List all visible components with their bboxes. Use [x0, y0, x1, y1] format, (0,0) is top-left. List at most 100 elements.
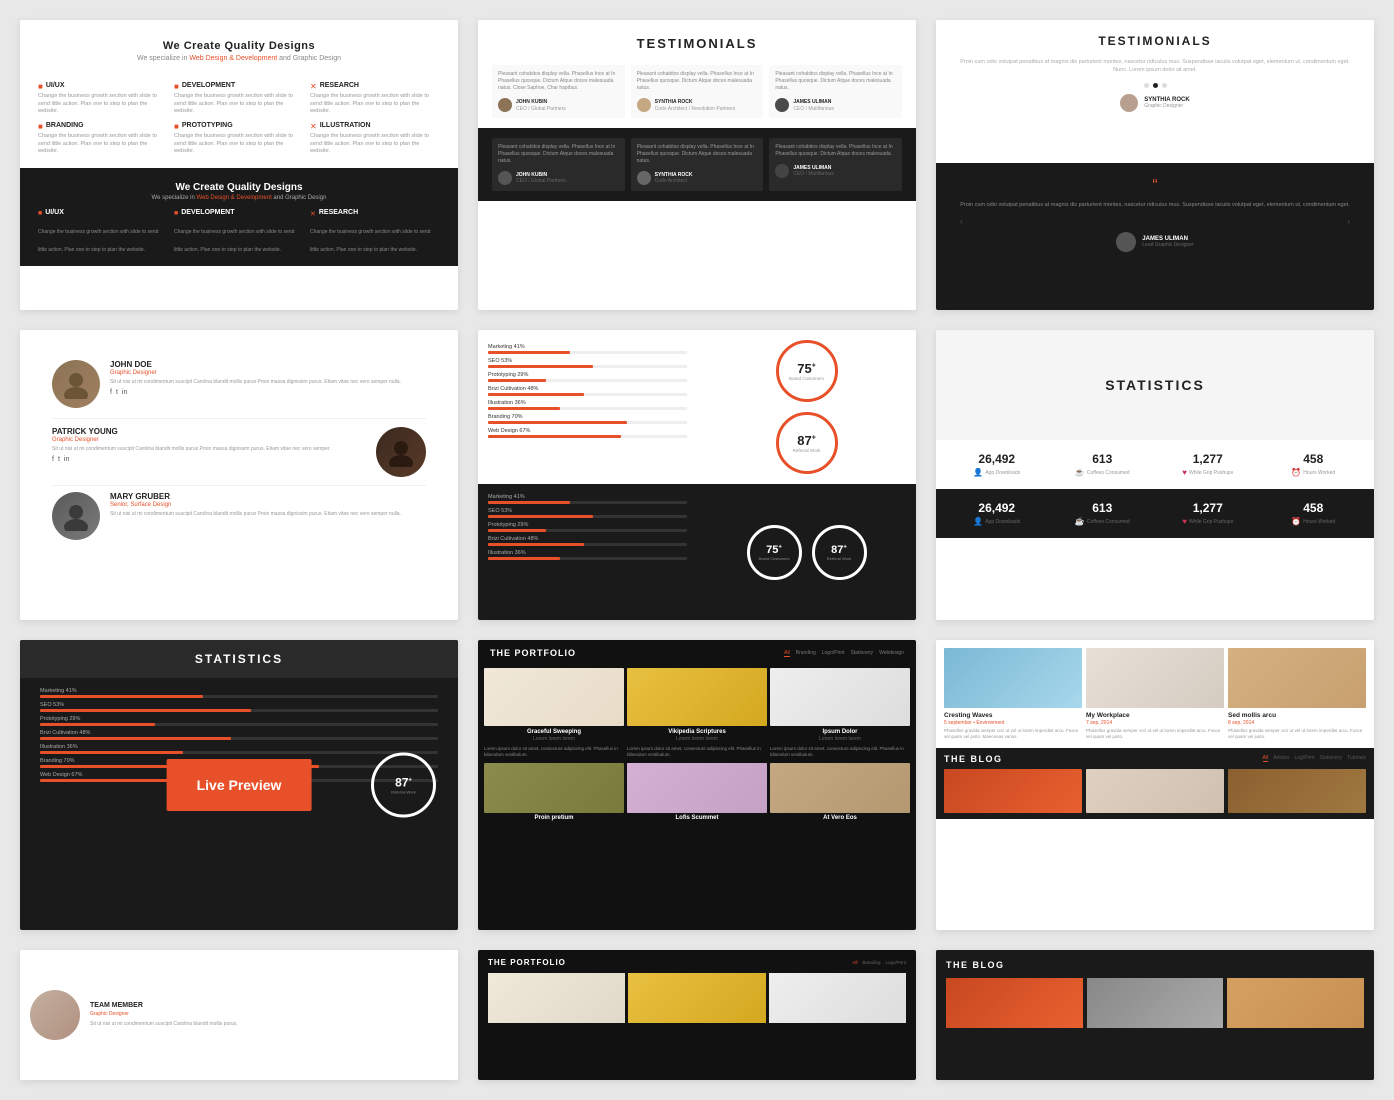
skill-prototyping: Prototyping 29% [488, 372, 687, 382]
dark-tab-logoprint[interactable]: Log/Print [1294, 755, 1314, 762]
stats-title-area: STATISTICS [936, 330, 1374, 440]
main-grid: We Create Quality Designs We specialize … [20, 20, 1374, 1080]
dark-blog-img-sunset [944, 769, 1082, 813]
circle-87-label: Referral Work [793, 448, 821, 453]
team-member-1: JOHN DOE Graphic Designer Sit ut nisi ut… [52, 360, 426, 408]
statistics-live-preview-card: STATISTICS Marketing 41% SEO 53% Prototy… [20, 640, 458, 930]
prototyping-icon: ■ [174, 122, 179, 131]
card3-dark-quote: Proin cum odio volutpat penatibus at mag… [960, 201, 1350, 209]
stat-hours: 458 ⏰ Hours Worked [1263, 452, 1365, 477]
blog-post-1: Cresting Waves 5 september • Environment… [944, 712, 1082, 740]
skill-webdesign: Web Design 67% [488, 428, 687, 438]
card1-subheading: We specialize in Web Design & Developmen… [38, 55, 440, 62]
skill-marketing: Marketing 41% [488, 344, 687, 354]
dark-tab-articles[interactable]: Articles [1273, 755, 1289, 762]
portfolio-top-grid: Graceful Sweeping Lorem lorem lorem Viki… [478, 668, 916, 742]
dark-tab-stationery[interactable]: Stationery [1319, 755, 1342, 762]
branding-icon: ■ [38, 122, 43, 131]
stats-heading: STATISTICS [1105, 377, 1205, 393]
team-card: JOHN DOE Graphic Designer Sit ut nisi ut… [20, 330, 458, 620]
tab-stationery[interactable]: Stationery [851, 650, 874, 657]
dark-stat-downloads: 26,492 👤 App Downloads [946, 501, 1048, 526]
dark-blog-section: THE BLOG All Articles Log/Print Statione… [936, 748, 1374, 819]
member-2-social: f t in [52, 456, 366, 463]
blog-post-3: Sed mollis arcu 8 sep, 2014 Phasellus gr… [1228, 712, 1366, 740]
card3-quote-icon: “ [960, 177, 1350, 195]
quality-designs-card: We Create Quality Designs We specialize … [20, 20, 458, 310]
blog-content-top: Cresting Waves 5 september • Environment… [944, 712, 1366, 740]
research-icon: ✕ [310, 82, 317, 91]
blog-top: Cresting Waves 5 september • Environment… [936, 640, 1374, 744]
feature-research: ✕ RESEARCH Change the business growth se… [310, 82, 440, 116]
dark-heart-icon: ♥ [1182, 517, 1187, 526]
tab-branding[interactable]: Branding [796, 650, 816, 657]
stats-light-numbers: 26,492 👤 App Downloads 613 ☕ Coffees Con… [936, 440, 1374, 489]
member-1-social: f t in [110, 389, 401, 396]
portfolio-descriptions: Lorem ipsum dolor sit amet, consecture a… [484, 746, 910, 759]
twitter-icon-1[interactable]: t [116, 389, 118, 396]
dark-circle-87: 87+ Referral Work [812, 525, 867, 580]
tab-logoprint[interactable]: Logo/Print [822, 650, 845, 657]
dark-stat-coffees: 613 ☕ Coffees Consumed [1052, 501, 1154, 526]
circles-dark-section: 75+ Brand Customers 87+ Referral Work [697, 484, 916, 620]
member-2-name: PATRICK YOUNG [52, 427, 366, 436]
dark-avatar-1 [498, 171, 512, 185]
portfolio-item-6: At Vero Eos [770, 763, 910, 821]
bottom-partial-1: TEAM MEMBER Graphic Designer Sit ut nisi… [20, 950, 458, 1080]
dark-blog-tabs: All Articles Log/Print Stationery Tutori… [1263, 755, 1367, 762]
card3-dark-part: “ Proin cum odio volutpat penatibus at m… [936, 163, 1374, 310]
skills-top-half: Marketing 41% SEO 53% Prototyping 29% Br… [478, 330, 916, 484]
card1-dark-heading: We Create Quality Designs [38, 182, 440, 193]
dark-tab-all[interactable]: All [1263, 755, 1269, 762]
card3-dots [960, 83, 1350, 88]
portfolio-tabs: All Branding Logo/Print Stationery Webde… [784, 650, 904, 657]
dark-coffee-icon: ☕ [1075, 517, 1085, 526]
dot-1 [1144, 83, 1149, 88]
testimonials-dark-row: Pleasant cohabitos display vella. Phasel… [478, 128, 916, 201]
bottom-partial-avatar [30, 990, 80, 1040]
facebook-icon-2[interactable]: f [52, 456, 54, 463]
dark-blog-img-interior [1086, 769, 1224, 813]
card2-heading: TESTIMONIALS [498, 36, 896, 51]
card3-light-author-role: Graphic Designer [1144, 103, 1189, 109]
prev-arrow-icon[interactable]: ‹ [960, 217, 963, 226]
blog-img-ocean [944, 648, 1082, 708]
circle-75-num: 75+ [797, 361, 816, 376]
member-1-photo [52, 360, 100, 408]
dark-blog-images [944, 769, 1366, 813]
clock-icon: ⏰ [1291, 468, 1301, 477]
skill-illustration: Illustration 36% [488, 400, 687, 410]
next-arrow-icon[interactable]: › [1347, 217, 1350, 226]
card7-circle: 87+ Referral Work [371, 753, 436, 818]
live-preview-button[interactable]: Live Preview [167, 759, 312, 811]
tab-webdesign[interactable]: Webdesign [879, 650, 904, 657]
member-3-photo [52, 492, 100, 540]
dark-blog-header: THE BLOG All Articles Log/Print Statione… [944, 754, 1366, 764]
card7-header: STATISTICS [20, 640, 458, 678]
portfolio-item-1: Graceful Sweeping Lorem lorem lorem [484, 668, 624, 742]
card1-heading: We Create Quality Designs [38, 40, 440, 52]
skill-seo: SEO 53% [488, 358, 687, 368]
member-3-name: MARY GRUBER [110, 492, 401, 501]
card3-nav-arrows[interactable]: ‹ › [960, 217, 1350, 226]
stat-coffees: 613 ☕ Coffees Consumed [1052, 452, 1154, 477]
card3-dark-author: JAMES ULIMAN Lead Graphic Designer [960, 232, 1350, 252]
testimonials-light-row: Pleasant cohabitos display vella. Phasel… [478, 59, 916, 124]
dark-blog-img-food [1228, 769, 1366, 813]
testimonials-light-card: TESTIMONIALS Pleasant cohabitos display … [478, 20, 916, 310]
portfolio-item-3: Ipsum Dolor Lorem lorem lorem [770, 668, 910, 742]
tab-all[interactable]: All [784, 650, 790, 657]
rss-icon-2[interactable]: in [64, 456, 69, 463]
stat-downloads: 26,492 👤 App Downloads [946, 452, 1048, 477]
dark-tab-tutorials[interactable]: Tutorials [1347, 755, 1366, 762]
uiux-icon: ■ [38, 82, 43, 91]
facebook-icon-1[interactable]: f [110, 389, 112, 396]
rss-icon-1[interactable]: in [122, 389, 127, 396]
twitter-icon-2[interactable]: t [58, 456, 60, 463]
dark-testimonial-2: Pleasant cohabitos display vella. Phasel… [631, 138, 764, 191]
skill-branding: Branding 70% [488, 414, 687, 424]
dev-icon: ■ [174, 82, 179, 91]
blog-img-person [1228, 648, 1366, 708]
avatar-2 [637, 98, 651, 112]
card7-heading: STATISTICS [40, 652, 438, 666]
